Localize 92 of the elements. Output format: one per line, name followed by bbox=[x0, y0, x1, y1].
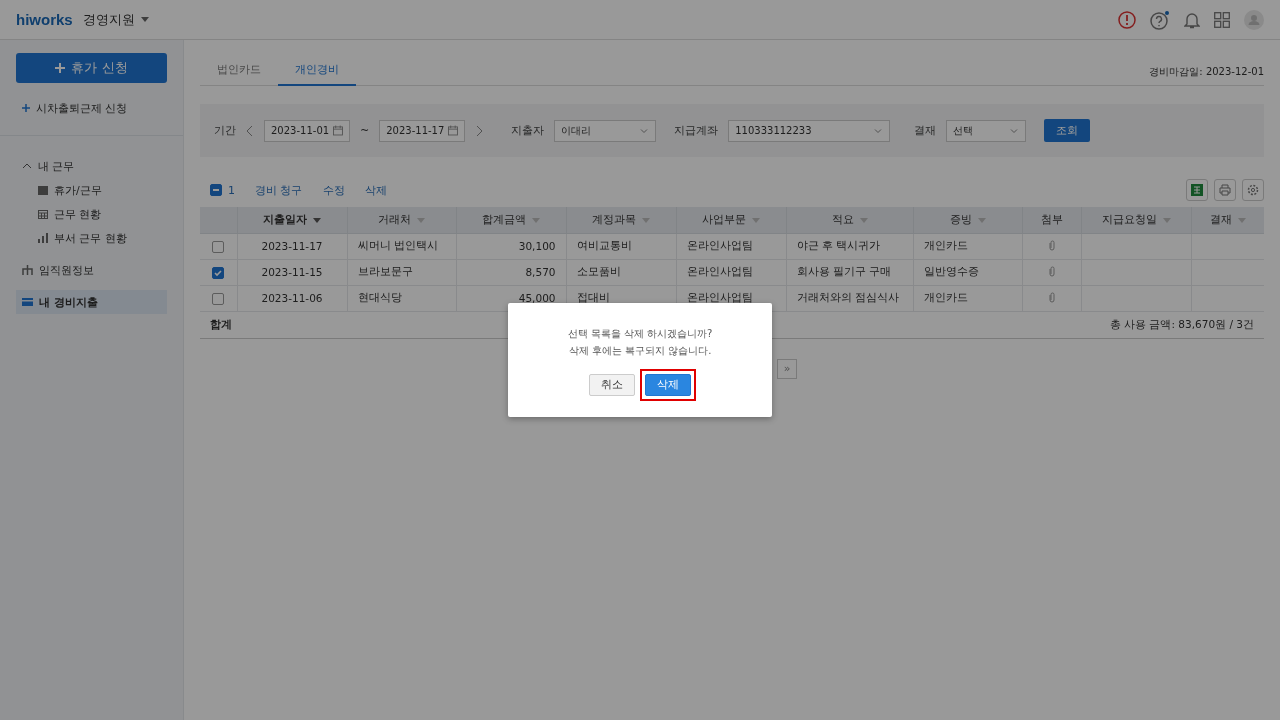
table-cell: 일반영수증 bbox=[913, 259, 1022, 285]
app-switcher[interactable]: 경영지원 bbox=[82, 10, 135, 29]
column-header[interactable]: 결재 bbox=[1191, 207, 1264, 233]
action-link[interactable]: 수정 bbox=[322, 182, 345, 198]
row-checkbox[interactable] bbox=[212, 292, 225, 305]
column-header[interactable]: 계정과목 bbox=[566, 207, 676, 233]
bar-chart-icon bbox=[38, 233, 48, 243]
table-cell: 2023-11-15 bbox=[237, 259, 347, 285]
org-chart-icon bbox=[22, 265, 33, 275]
table-cell: 회사용 필기구 구매 bbox=[786, 259, 913, 285]
help-icon[interactable] bbox=[1150, 9, 1170, 30]
settings-button[interactable] bbox=[1242, 179, 1264, 201]
table-cell: 8,570 bbox=[456, 259, 566, 285]
spreadsheet-icon bbox=[1191, 184, 1203, 196]
select-all-checkbox[interactable] bbox=[210, 184, 222, 196]
end-date-field[interactable]: 2023-11-17 bbox=[379, 119, 466, 142]
plus-icon bbox=[22, 104, 30, 112]
table-cell: 현대식당 bbox=[347, 285, 456, 311]
table-cell: 거래처와의 점심식사 bbox=[786, 285, 913, 311]
paperclip-icon[interactable] bbox=[1048, 291, 1055, 303]
table-cell: 2023-11-17 bbox=[237, 233, 347, 259]
apps-grid-icon[interactable] bbox=[1214, 11, 1230, 28]
spender-select[interactable]: 이대리 bbox=[554, 119, 657, 142]
approval-select[interactable]: 선택 bbox=[946, 119, 1027, 142]
action-link[interactable]: 삭제 bbox=[364, 182, 387, 198]
table-cell: 야근 후 택시귀가 bbox=[786, 233, 913, 259]
tab[interactable]: 법인카드 bbox=[200, 58, 278, 86]
caret-down-icon[interactable] bbox=[140, 17, 149, 22]
approval-label: 결재 bbox=[914, 123, 937, 138]
row-checkbox[interactable] bbox=[212, 266, 225, 279]
column-header[interactable]: 거래처 bbox=[347, 207, 456, 233]
delete-button[interactable]: 삭제 bbox=[645, 374, 691, 396]
period-label: 기간 bbox=[214, 123, 236, 138]
print-button[interactable] bbox=[1214, 179, 1236, 201]
sidebar-item[interactable]: 부서 근무 현황 bbox=[16, 226, 167, 250]
tab[interactable]: 개인경비 bbox=[278, 58, 356, 86]
table-cell: 브라보문구 bbox=[347, 259, 456, 285]
row-checkbox[interactable] bbox=[212, 240, 225, 253]
bell-icon[interactable] bbox=[1184, 10, 1200, 29]
cancel-button[interactable]: 취소 bbox=[589, 374, 635, 396]
chevron-up-icon[interactable] bbox=[22, 161, 32, 171]
table-cell: 여비교통비 bbox=[566, 233, 676, 259]
total-label: 합계 bbox=[200, 311, 456, 338]
column-header[interactable]: 사업부문 bbox=[676, 207, 786, 233]
column-header[interactable]: 적요 bbox=[786, 207, 913, 233]
sidebar-item[interactable]: 근무 현황 bbox=[16, 202, 167, 226]
column-header[interactable]: 합계금액 bbox=[456, 207, 566, 233]
sidebar-item[interactable]: 임직원정보 bbox=[16, 258, 167, 282]
table-cell: 씨머니 법인택시 bbox=[347, 233, 456, 259]
alert-icon[interactable] bbox=[1118, 10, 1136, 29]
range-separator: ~ bbox=[360, 124, 370, 137]
search-button[interactable]: 조회 bbox=[1044, 119, 1091, 142]
plus-icon bbox=[55, 63, 66, 73]
next-icon[interactable] bbox=[475, 124, 484, 137]
table-cell: 개인카드 bbox=[913, 285, 1022, 311]
sidebar-item[interactable]: 내 근무 bbox=[16, 154, 167, 178]
card-icon bbox=[22, 298, 33, 306]
settings-icon bbox=[1247, 184, 1259, 196]
table-cell: 온라인사업팀 bbox=[676, 259, 786, 285]
column-header[interactable]: 증빙 bbox=[913, 207, 1022, 233]
excel-button[interactable] bbox=[1186, 179, 1208, 201]
logo[interactable]: hiworks bbox=[16, 11, 73, 28]
table-cell: 소모품비 bbox=[566, 259, 676, 285]
sidebar-item[interactable]: 휴가/근무 bbox=[16, 178, 167, 202]
avatar-icon[interactable] bbox=[1244, 9, 1264, 30]
calendar-icon bbox=[333, 125, 343, 136]
account-label: 지급계좌 bbox=[674, 123, 719, 138]
calendar-icon bbox=[38, 185, 48, 195]
paperclip-icon[interactable] bbox=[1048, 239, 1055, 251]
printer-icon bbox=[1219, 184, 1231, 196]
table-cell: 온라인사업팀 bbox=[676, 233, 786, 259]
last-page-button[interactable]: » bbox=[777, 358, 797, 379]
action-link[interactable]: 경비 청구 bbox=[255, 182, 303, 198]
calendar-grid-icon bbox=[38, 209, 48, 219]
table-cell: 30,100 bbox=[456, 233, 566, 259]
table-cell: 2023-11-06 bbox=[237, 285, 347, 311]
paperclip-icon[interactable] bbox=[1048, 265, 1055, 277]
sidebar-item[interactable]: 내 경비지출 bbox=[16, 290, 167, 314]
table-cell: 개인카드 bbox=[913, 233, 1022, 259]
column-header[interactable]: 지출일자 bbox=[237, 207, 347, 233]
deadline-text: 경비마감일: 2023-12-01 bbox=[1149, 65, 1264, 79]
column-header[interactable]: 첨부 bbox=[1022, 207, 1081, 233]
account-select[interactable]: 110333112233 bbox=[728, 119, 891, 142]
request-leave-button[interactable]: 휴가 신청 bbox=[16, 53, 167, 83]
calendar-icon bbox=[448, 125, 459, 136]
start-date-field[interactable]: 2023-11-01 bbox=[264, 119, 350, 142]
sort-caret-icon[interactable] bbox=[313, 217, 321, 223]
selected-count: 1 bbox=[228, 183, 235, 197]
column-header[interactable]: 지급요청일 bbox=[1081, 207, 1191, 233]
spender-label: 지출자 bbox=[511, 123, 545, 138]
flex-time-link[interactable]: 시차출퇴근제 신청 bbox=[16, 97, 167, 119]
previous-icon[interactable] bbox=[246, 124, 254, 137]
